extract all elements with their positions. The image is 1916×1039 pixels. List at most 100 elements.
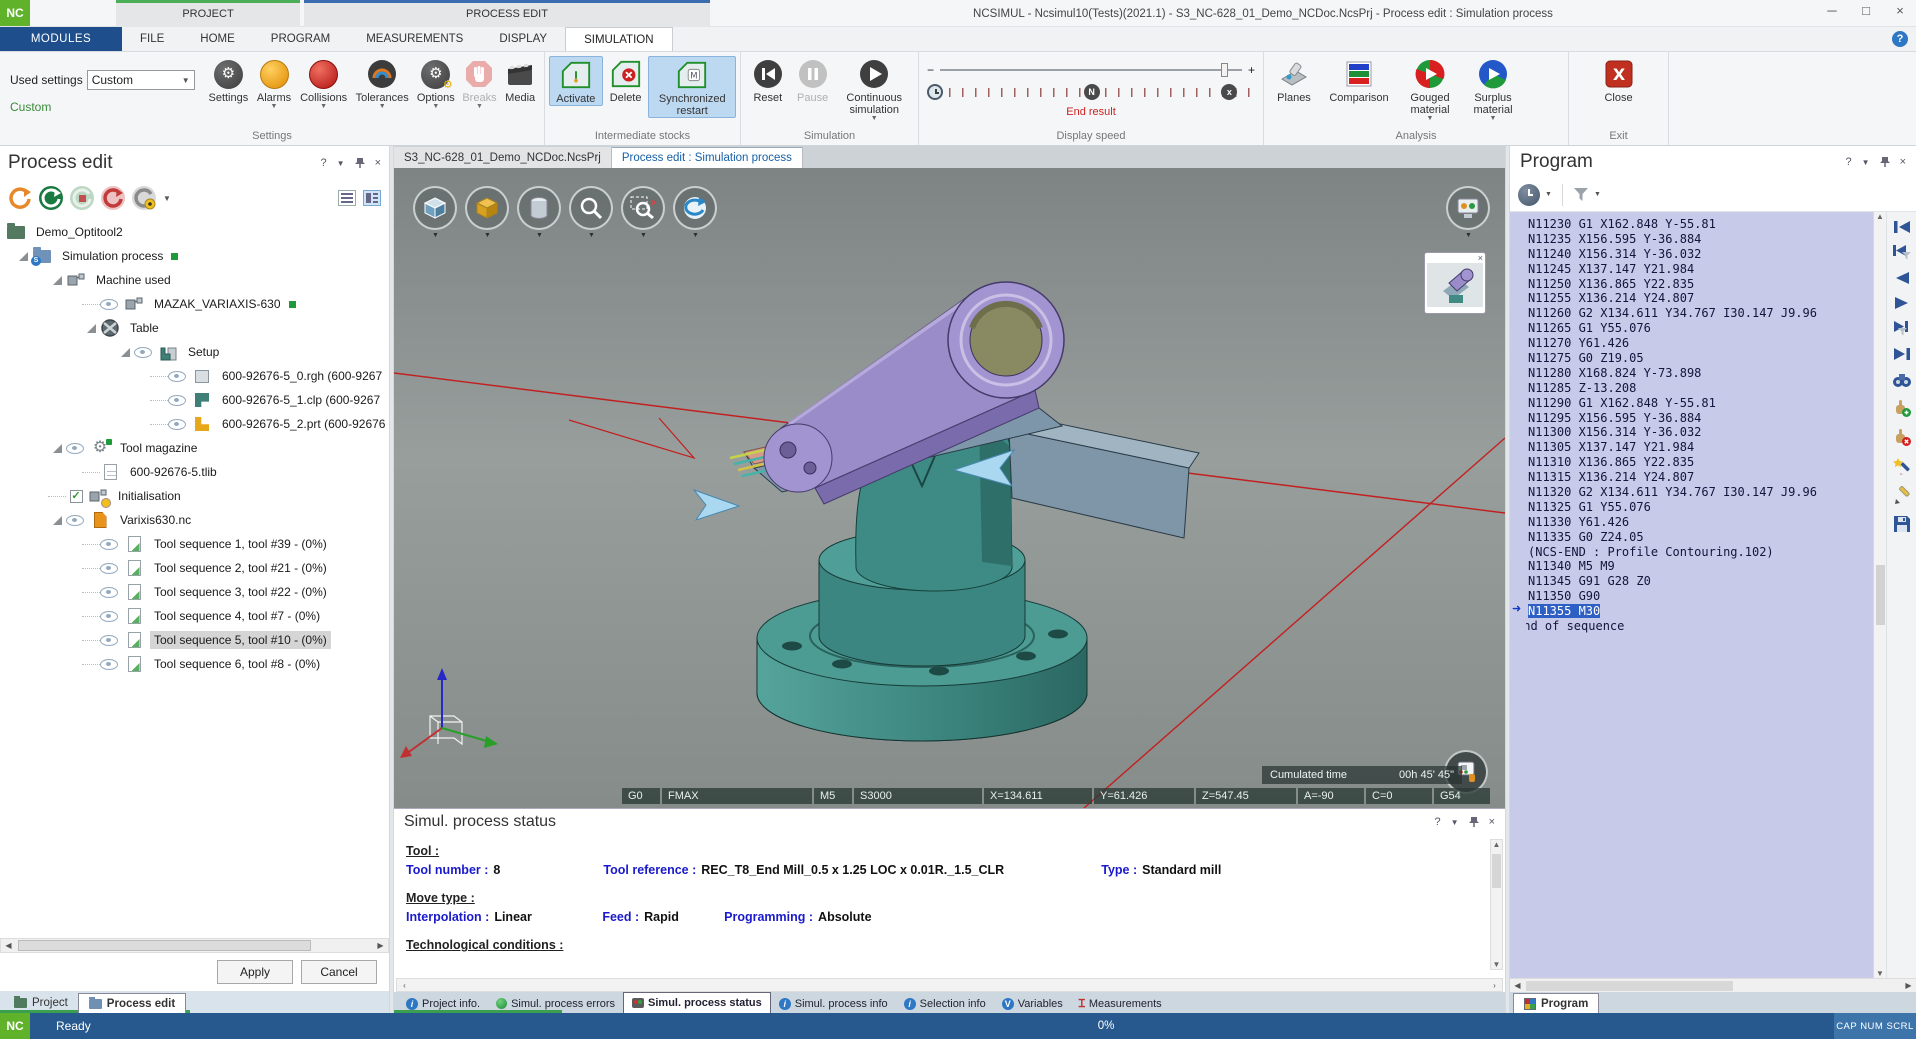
close-simulation-button[interactable]: X Close [1593, 56, 1645, 104]
filter-icon[interactable] [1573, 187, 1589, 202]
tab-simul-process-status[interactable]: Simul. process status [623, 992, 771, 1013]
tab-display[interactable]: DISPLAY [481, 27, 565, 51]
tab-process-edit-panel[interactable]: Process edit [78, 993, 186, 1013]
visibility-eye-icon[interactable] [100, 635, 118, 646]
status-panel-hscrollbar[interactable]: ‹ › [396, 978, 1503, 992]
chevron-down-icon[interactable]: ▼ [163, 194, 171, 203]
delete-stock-button[interactable]: Delete [603, 56, 649, 104]
apply-button[interactable]: Apply [217, 960, 293, 984]
step-back-filter-icon[interactable] [1892, 245, 1912, 260]
tree-item-machine[interactable]: MAZAK_VARIAXIS-630 [0, 292, 389, 316]
doc-tab-project-file[interactable]: S3_NC-628_01_Demo_NCDoc.NcsPrj [394, 147, 612, 168]
tree-item-machine-used[interactable]: Machine used [0, 268, 389, 292]
tab-variables[interactable]: V Variables [994, 994, 1071, 1013]
tree-item-table[interactable]: Table [0, 316, 389, 340]
pin-icon[interactable] [1880, 156, 1890, 168]
scroll-up-icon[interactable]: ▲ [1876, 212, 1884, 221]
code-line[interactable]: N11245 X137.147 Y21.984 [1526, 262, 1873, 277]
context-group-process-edit[interactable]: PROCESS EDIT [304, 0, 710, 27]
reset-button[interactable]: Reset [745, 56, 791, 104]
scroll-left-icon[interactable]: ‹ [397, 981, 412, 990]
tree-item-initialisation[interactable]: ✓ Initialisation [0, 484, 389, 508]
code-line[interactable]: N11250 X136.865 Y22.835 [1526, 277, 1873, 292]
inset-close-icon[interactable]: × [1478, 253, 1483, 263]
normal-speed-marker[interactable]: N [1084, 84, 1100, 100]
comparison-button[interactable]: Comparison [1320, 56, 1398, 104]
tab-project-panel[interactable]: Project [4, 993, 78, 1013]
chevron-down-icon[interactable]: ▼ [536, 232, 543, 239]
scroll-thumb[interactable] [1492, 854, 1501, 888]
expander-icon[interactable] [48, 444, 66, 453]
chevron-down-icon[interactable]: ▼ [484, 232, 491, 239]
code-line[interactable]: N11280 X168.824 Y-73.898 [1526, 366, 1873, 381]
doc-tab-simulation[interactable]: Process edit : Simulation process [612, 147, 803, 168]
tree-item-nc-program[interactable]: Varixis630.nc [0, 508, 389, 532]
expander-icon[interactable] [48, 516, 66, 525]
code-line[interactable]: N11340 M5 M9 [1526, 559, 1873, 574]
tree-item-tool-sequence-4[interactable]: Tool sequence 4, tool #7 - (0%) [0, 604, 389, 628]
chevron-down-icon[interactable]: ▼ [1594, 191, 1601, 198]
code-line[interactable]: N11235 X156.595 Y-36.884 [1526, 232, 1873, 247]
visibility-eye-icon[interactable] [100, 587, 118, 598]
code-line[interactable]: N11320 G2 X134.611 Y34.767 I30.147 J9.96 [1526, 485, 1873, 500]
tree-item-simulation-process[interactable]: S Simulation process [0, 244, 389, 268]
tree-item-tool-sequence-5[interactable]: Tool sequence 5, tool #10 - (0%) [0, 628, 389, 652]
chevron-down-icon[interactable]: ▼ [432, 232, 439, 239]
scroll-left-icon[interactable]: ◀ [1510, 981, 1525, 990]
code-line[interactable]: N11350 G90 [1526, 589, 1873, 604]
chevron-down-icon[interactable]: ▼ [1465, 232, 1472, 239]
tree-item-clamp-clp[interactable]: 600-92676-5_1.clp (600-9267 [0, 388, 389, 412]
code-line-current[interactable]: N11355 M30 [1526, 604, 1873, 619]
stock-box-button[interactable] [465, 186, 509, 230]
pin-icon[interactable] [1469, 816, 1479, 828]
panel-help-icon[interactable]: ? [1435, 816, 1441, 828]
code-line[interactable]: N11290 G1 X162.848 Y-55.81 [1526, 396, 1873, 411]
checkbox-checked-icon[interactable]: ✓ [70, 490, 83, 503]
remove-breakpoint-icon[interactable] [1893, 428, 1911, 446]
code-line[interactable]: N11315 X136.214 Y24.807 [1526, 470, 1873, 485]
machine-view-button[interactable] [1446, 186, 1490, 230]
visibility-eye-icon[interactable] [134, 347, 152, 358]
tab-modules[interactable]: MODULES [0, 27, 122, 51]
panel-collapse-icon[interactable]: ▼ [1451, 818, 1459, 827]
code-line[interactable]: N11260 G2 X134.611 Y34.767 I30.147 J9.96 [1526, 306, 1873, 321]
code-line[interactable]: N11330 Y61.426 [1526, 515, 1873, 530]
zoom-button[interactable] [569, 186, 613, 230]
tree-item-tool-sequence-1[interactable]: Tool sequence 1, tool #39 - (0%) [0, 532, 389, 556]
machine-inset-view[interactable]: × [1424, 252, 1486, 314]
chevron-down-icon[interactable]: ▼ [692, 232, 699, 239]
code-line[interactable]: (NCS-END : Profile Contouring.102) [1526, 545, 1873, 560]
expander-icon[interactable] [48, 276, 66, 285]
scroll-right-icon[interactable]: ▶ [1901, 981, 1916, 990]
play-back-icon[interactable] [1894, 271, 1910, 285]
activate-stock-button[interactable]: Activate [549, 56, 603, 106]
visibility-eye-icon[interactable] [168, 395, 186, 406]
visibility-eye-icon[interactable] [168, 419, 186, 430]
edit-new-icon[interactable] [1892, 457, 1911, 475]
code-line[interactable]: N11325 G1 Y55.076 [1526, 500, 1873, 515]
tolerances-button[interactable]: Tolerances ▼ [351, 56, 413, 110]
settings-button[interactable]: ⚙ Settings [205, 56, 253, 104]
continuous-simulation-button[interactable]: Continuous simulation ▼ [834, 56, 914, 122]
scroll-left-icon[interactable]: ◀ [1, 941, 16, 950]
edit-icon[interactable] [1893, 486, 1911, 504]
planes-button[interactable]: Planes [1268, 56, 1320, 104]
speed-ruler[interactable]: N x [949, 87, 1255, 98]
zoom-window-button[interactable]: × [621, 186, 665, 230]
scroll-thumb[interactable] [18, 940, 311, 951]
context-group-project[interactable]: PROJECT [116, 0, 300, 27]
viewport-3d[interactable]: ▼ ▼ ▼ ▼ × ▼ ▼ [394, 168, 1505, 808]
help-icon[interactable]: ? [1892, 31, 1908, 47]
stock-display-button[interactable] [413, 186, 457, 230]
chevron-down-icon[interactable]: ▼ [640, 232, 647, 239]
options-button[interactable]: ⚙ ⚙ Options ▼ [413, 56, 459, 110]
status-panel-vscrollbar[interactable]: ▲ ▼ [1490, 839, 1503, 970]
visibility-eye-icon[interactable] [168, 371, 186, 382]
tree-item-tool-sequence-2[interactable]: Tool sequence 2, tool #21 - (0%) [0, 556, 389, 580]
goto-first-icon[interactable] [1893, 220, 1911, 234]
tree-item-setup[interactable]: Setup [0, 340, 389, 364]
code-line[interactable]: N11345 G91 G28 Z0 [1526, 574, 1873, 589]
code-line[interactable]: N11240 X156.314 Y-36.032 [1526, 247, 1873, 262]
tab-selection-info[interactable]: i Selection info [896, 994, 994, 1013]
expander-icon[interactable] [14, 252, 32, 261]
